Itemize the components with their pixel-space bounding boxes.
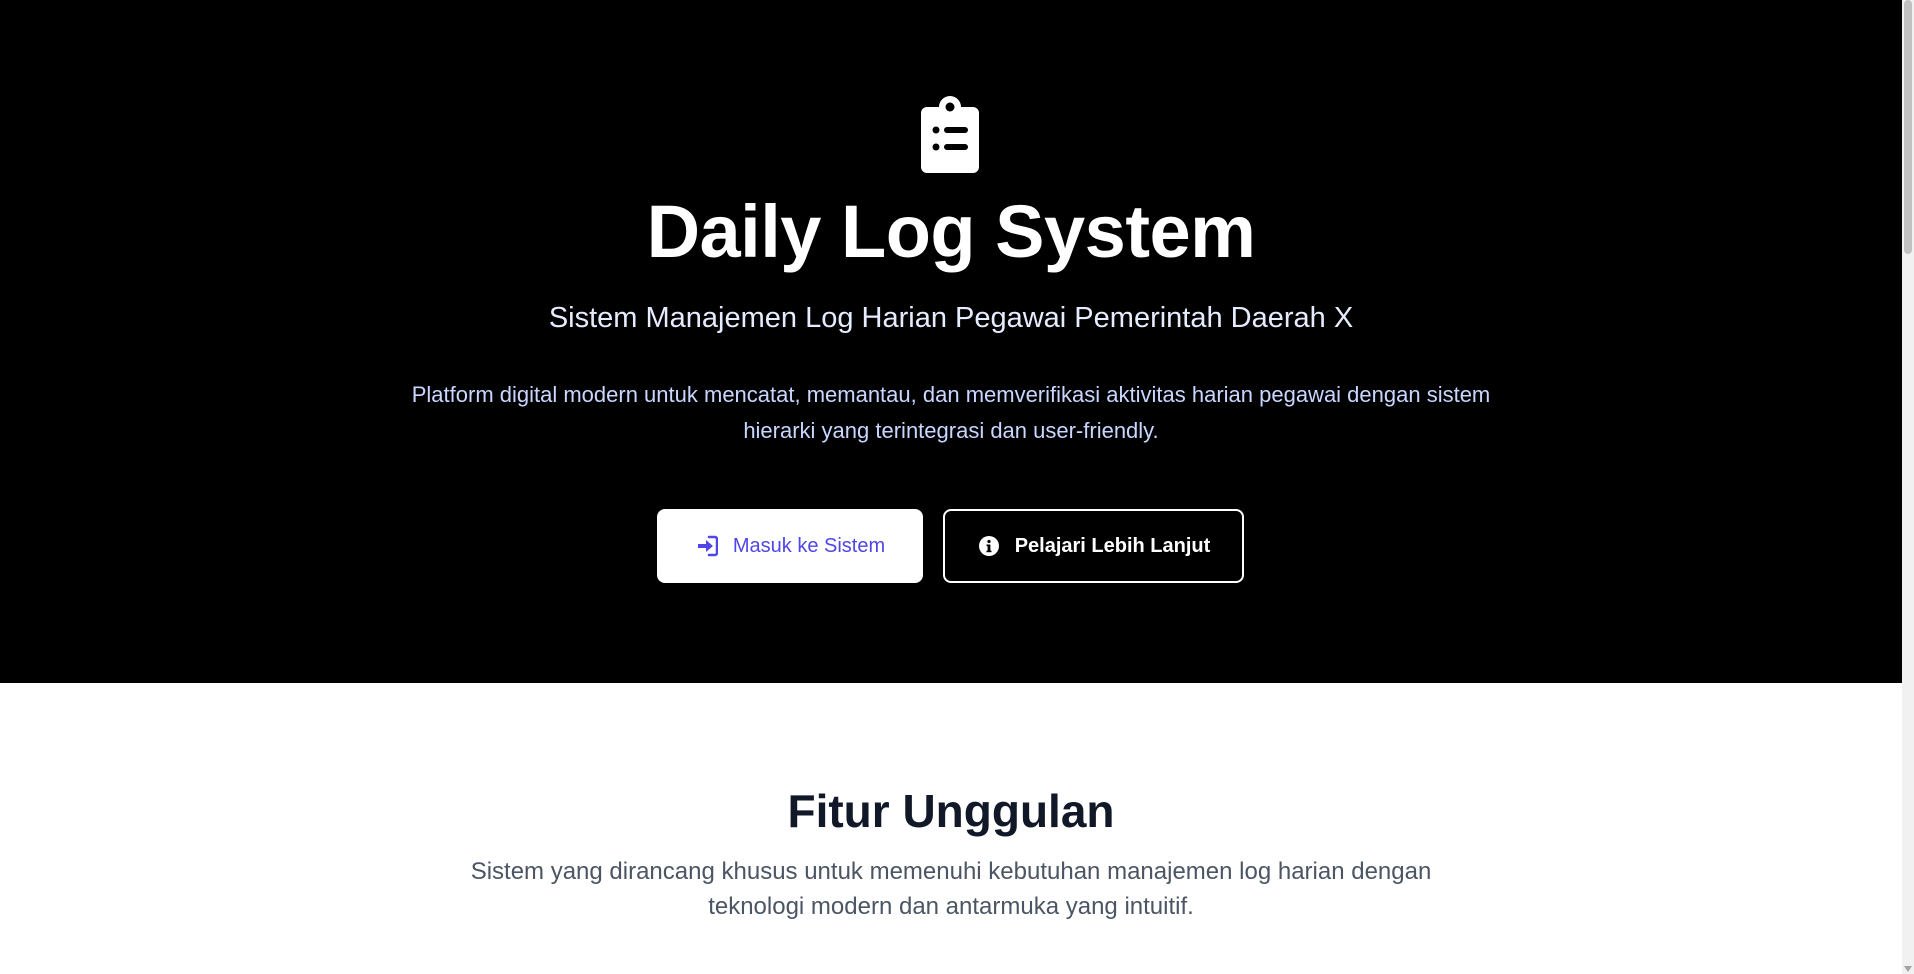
hero-section: Daily Log System Sistem Manajemen Log Ha… [0, 0, 1902, 683]
features-title: Fitur Unggulan [787, 785, 1115, 837]
scroll-down-arrow-icon[interactable] [1904, 966, 1912, 972]
scrollbar-thumb[interactable] [1904, 0, 1912, 254]
clipboard-list-icon [921, 95, 979, 173]
page-content: Daily Log System Sistem Manajemen Log Ha… [0, 0, 1902, 974]
page: Daily Log System Sistem Manajemen Log Ha… [0, 0, 1914, 974]
features-description: Sistem yang dirancang khusus untuk memen… [470, 858, 1432, 920]
learn-more-button[interactable]: Pelajari Lebih Lanjut [943, 509, 1244, 583]
page-title: Daily Log System [646, 190, 1256, 273]
features-section: Fitur Unggulan Sistem yang dirancang khu… [0, 683, 1902, 974]
info-circle-icon [977, 534, 1001, 558]
login-button[interactable]: Masuk ke Sistem [657, 509, 923, 583]
learn-more-button-label: Pelajari Lebih Lanjut [1014, 534, 1211, 557]
login-button-label: Masuk ke Sistem [732, 534, 886, 557]
sign-in-icon [695, 534, 719, 558]
hero-subtitle: Sistem Manajemen Log Harian Pegawai Peme… [548, 302, 1354, 334]
hero-description: Platform digital modern untuk mencatat, … [411, 382, 1491, 443]
vertical-scrollbar[interactable] [1902, 0, 1914, 974]
